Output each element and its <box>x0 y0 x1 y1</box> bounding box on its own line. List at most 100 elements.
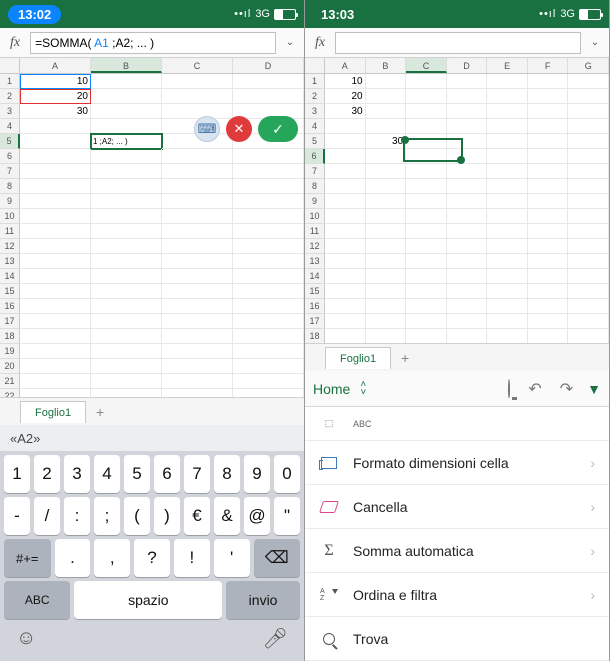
cell[interactable] <box>487 329 528 343</box>
menu-item-find[interactable]: Trova <box>305 617 609 661</box>
row-header[interactable]: 22 <box>0 389 20 397</box>
cell[interactable] <box>487 224 528 239</box>
cell[interactable] <box>528 134 569 149</box>
key-abc[interactable]: ABC <box>4 581 70 619</box>
cell[interactable] <box>366 89 407 104</box>
cell[interactable] <box>366 284 407 299</box>
row-header[interactable]: 14 <box>305 269 325 284</box>
row-header[interactable]: 9 <box>0 194 20 209</box>
cell[interactable] <box>325 164 366 179</box>
cell-a1[interactable]: 10 <box>325 74 366 89</box>
cell[interactable] <box>406 314 447 329</box>
cell[interactable] <box>528 89 569 104</box>
menu-item-abc[interactable]: ⬚ ABC <box>305 407 609 441</box>
cell[interactable] <box>162 89 233 104</box>
confirm-button[interactable]: ✓ <box>258 116 298 142</box>
cell[interactable] <box>487 164 528 179</box>
cell[interactable] <box>487 299 528 314</box>
cell[interactable] <box>447 224 488 239</box>
cell[interactable] <box>406 119 447 134</box>
cell[interactable] <box>91 284 162 299</box>
add-sheet-button[interactable]: + <box>393 347 417 369</box>
cell[interactable] <box>366 314 407 329</box>
cell[interactable] <box>366 194 407 209</box>
cell[interactable] <box>233 149 304 164</box>
cell[interactable] <box>162 74 233 89</box>
col-header-a[interactable]: A <box>20 58 91 73</box>
key-2[interactable]: 2 <box>34 455 60 493</box>
key-3[interactable]: 3 <box>64 455 90 493</box>
cell[interactable] <box>91 344 162 359</box>
cell[interactable] <box>366 239 407 254</box>
cell[interactable] <box>568 194 609 209</box>
cell[interactable] <box>406 164 447 179</box>
key-lparen[interactable]: ( <box>124 497 150 535</box>
key-colon[interactable]: : <box>64 497 90 535</box>
row-header[interactable]: 16 <box>305 299 325 314</box>
formula-dropdown-icon[interactable]: ⌄ <box>585 32 605 54</box>
cell[interactable] <box>325 284 366 299</box>
cell[interactable] <box>20 149 91 164</box>
cell[interactable] <box>447 239 488 254</box>
cell[interactable] <box>487 269 528 284</box>
cell[interactable] <box>406 149 447 164</box>
cell[interactable] <box>406 194 447 209</box>
cell[interactable] <box>568 239 609 254</box>
ribbon-tab-home[interactable]: Home <box>313 381 350 397</box>
row-header[interactable]: 15 <box>305 284 325 299</box>
cell[interactable] <box>20 239 91 254</box>
cell[interactable] <box>528 254 569 269</box>
cell[interactable] <box>528 209 569 224</box>
menu-item-sort-filter[interactable]: Ordina e filtra › <box>305 573 609 617</box>
cell[interactable] <box>233 344 304 359</box>
cell[interactable] <box>233 194 304 209</box>
cell[interactable] <box>20 299 91 314</box>
cell-a2[interactable]: 20 <box>325 89 366 104</box>
cell[interactable] <box>325 179 366 194</box>
key-amp[interactable]: & <box>214 497 240 535</box>
row-header[interactable]: 15 <box>0 284 20 299</box>
cell[interactable] <box>528 269 569 284</box>
row-header[interactable]: 12 <box>305 239 325 254</box>
row-header[interactable]: 1 <box>0 74 20 89</box>
key-period[interactable]: . <box>55 539 91 577</box>
cell[interactable] <box>162 194 233 209</box>
cell[interactable] <box>162 254 233 269</box>
cell[interactable] <box>487 74 528 89</box>
row-header[interactable]: 13 <box>0 254 20 269</box>
col-header[interactable]: B <box>366 58 407 73</box>
key-5[interactable]: 5 <box>124 455 150 493</box>
row-header[interactable]: 5 <box>305 134 325 149</box>
key-euro[interactable]: € <box>184 497 210 535</box>
cell[interactable] <box>406 329 447 343</box>
add-sheet-button[interactable]: + <box>88 401 112 423</box>
cell[interactable] <box>91 254 162 269</box>
cell[interactable] <box>487 104 528 119</box>
spreadsheet-grid[interactable]: A B C D E F G 110 220 330 4 530 6 7 8 9 … <box>305 58 609 343</box>
cell[interactable] <box>366 119 407 134</box>
cell[interactable] <box>233 269 304 284</box>
redo-icon[interactable]: ↷ <box>556 379 577 399</box>
row-header[interactable]: 6 <box>0 149 20 164</box>
formula-input[interactable] <box>335 32 581 54</box>
menu-item-cell-format[interactable]: Formato dimensioni cella › <box>305 441 609 485</box>
cell[interactable] <box>568 329 609 343</box>
cell[interactable] <box>447 164 488 179</box>
cell[interactable] <box>162 374 233 389</box>
cell[interactable] <box>406 284 447 299</box>
cell[interactable] <box>233 329 304 344</box>
dictation-button[interactable]: 🎤︎ <box>263 626 288 651</box>
cell[interactable] <box>528 329 569 343</box>
cell[interactable] <box>528 119 569 134</box>
row-header[interactable]: 1 <box>305 74 325 89</box>
cell[interactable] <box>233 389 304 397</box>
sheet-tab-foglio1[interactable]: Foglio1 <box>325 347 391 369</box>
cell[interactable] <box>366 299 407 314</box>
row-header[interactable]: 4 <box>0 119 20 134</box>
cell[interactable] <box>447 299 488 314</box>
cell[interactable] <box>447 314 488 329</box>
cell[interactable] <box>366 164 407 179</box>
row-header[interactable]: 18 <box>0 329 20 344</box>
cell[interactable] <box>447 74 488 89</box>
cell[interactable] <box>20 119 91 134</box>
